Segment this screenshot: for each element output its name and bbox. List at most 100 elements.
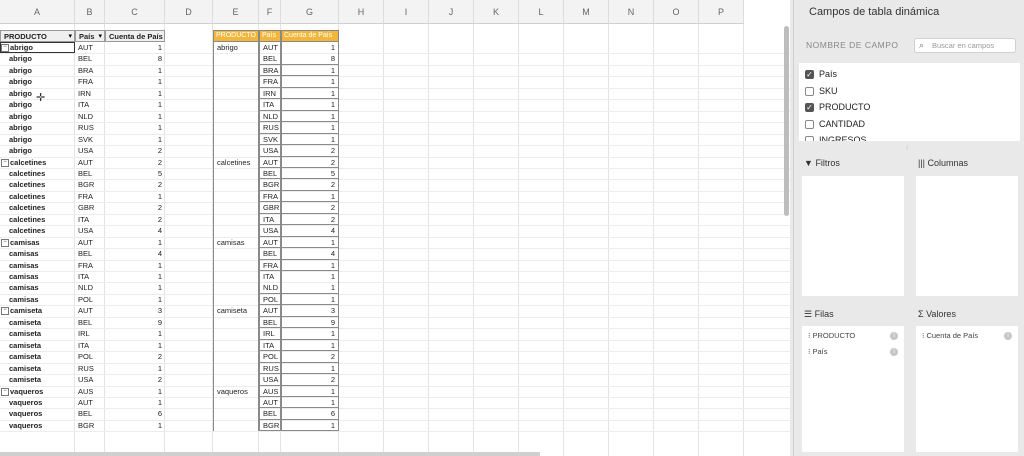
table-product-cell[interactable] [213, 396, 259, 409]
table-count-cell[interactable]: 2 [281, 145, 339, 157]
table-country-cell[interactable]: ITA [259, 213, 281, 226]
pivot-country-cell[interactable]: AUT [75, 397, 105, 409]
pivot-country-cell[interactable]: IRL [75, 328, 105, 340]
pivot-country-cell[interactable]: FRA [75, 191, 105, 203]
table-country-cell[interactable]: ITA [259, 339, 281, 352]
pivot-country-cell[interactable]: BGR [75, 420, 105, 432]
column-header[interactable]: B [75, 0, 105, 24]
pivot-count-cell[interactable]: 9 [105, 317, 165, 329]
pivot-count-cell[interactable]: 1 [105, 328, 165, 340]
pivot-product-cell[interactable]: calcetines [6, 191, 74, 203]
pivot-country-cell[interactable]: AUS [75, 386, 105, 398]
pivot-product-cell[interactable]: camisas [6, 248, 74, 260]
table-product-cell[interactable] [213, 259, 259, 272]
pivot-count-cell[interactable]: 4 [105, 248, 165, 260]
search-input[interactable]: ⌕ Buscar en campos [914, 38, 1016, 53]
pivot-product-cell[interactable]: camiseta [6, 317, 74, 329]
pivot-product-cell[interactable]: abrigo [6, 53, 74, 65]
pivot-country-cell[interactable]: BEL [75, 248, 105, 260]
table-country-cell[interactable]: AUT [259, 156, 281, 168]
field-checkbox[interactable]: ✓ [805, 103, 814, 113]
pivot-product-cell[interactable]: abrigo [6, 122, 74, 134]
pivot-country-cell[interactable]: USA [75, 225, 105, 237]
pivot-product-cell[interactable]: camisas [6, 282, 74, 294]
pivot-count-cell[interactable]: 1 [105, 271, 165, 283]
table-product-cell[interactable] [213, 374, 259, 386]
pivot-country-cell[interactable]: BEL [75, 53, 105, 65]
table-country-cell[interactable]: FRA [259, 190, 281, 203]
table-count-cell[interactable]: 1 [281, 133, 339, 146]
table-count-cell[interactable]: 1 [281, 76, 339, 88]
pivot-country-cell[interactable]: ITA [75, 99, 105, 111]
pivot-count-cell[interactable]: 1 [105, 363, 165, 375]
pivot-count-cell[interactable]: 2 [105, 202, 165, 214]
columns-drop-area[interactable] [916, 176, 1018, 296]
pivot-product-cell[interactable]: abrigo [6, 65, 74, 77]
pivot-country-cell[interactable]: BEL [75, 168, 105, 180]
pivot-product-cell[interactable]: abrigo [6, 111, 74, 123]
column-header[interactable]: M [564, 0, 609, 24]
table-count-cell[interactable]: 1 [281, 385, 339, 397]
pivot-country-cell[interactable]: ITA [75, 340, 105, 352]
pivot-count-cell[interactable]: 2 [105, 179, 165, 191]
spreadsheet-grid[interactable]: ABCDEFGHIJKLMNOP PRODUCTO ▾ País ▾ Cuent… [0, 0, 790, 456]
horizontal-scrollbar[interactable] [0, 452, 540, 456]
rows-drop-area[interactable]: ⁝ PRODUCTO i ⁝ País i [802, 326, 904, 452]
pivot-count-cell[interactable]: 1 [105, 237, 165, 249]
column-header[interactable]: K [474, 0, 519, 24]
table-count-cell[interactable]: 1 [281, 339, 339, 352]
pivot-country-cell[interactable]: POL [75, 294, 105, 306]
column-header[interactable]: F [259, 0, 281, 24]
field-checkbox[interactable]: ✓ [805, 70, 814, 80]
column-header[interactable]: O [654, 0, 699, 24]
table-product-cell[interactable]: vaqueros [213, 385, 259, 397]
pivot-count-cell[interactable]: 2 [105, 351, 165, 363]
pivot-country-cell[interactable]: AUT [75, 157, 105, 169]
info-icon[interactable]: i [890, 348, 898, 356]
pivot-header-country[interactable]: País ▾ [75, 30, 105, 42]
pivot-product-cell[interactable]: camiseta [6, 374, 74, 386]
table-country-cell[interactable]: BGR [259, 179, 281, 191]
table-count-cell[interactable]: 1 [281, 271, 339, 283]
pivot-count-cell[interactable]: 3 [105, 305, 165, 317]
table-country-cell[interactable]: AUT [259, 305, 281, 317]
filters-drop-area[interactable] [802, 176, 904, 296]
pivot-count-cell[interactable]: 1 [105, 122, 165, 134]
table-product-cell[interactable]: camisas [213, 236, 259, 249]
table-country-cell[interactable]: BEL [259, 248, 281, 260]
pivot-count-cell[interactable]: 1 [105, 99, 165, 111]
pivot-count-cell[interactable]: 1 [105, 134, 165, 146]
table-count-cell[interactable]: 1 [281, 99, 339, 111]
table-count-cell[interactable]: 1 [281, 293, 339, 306]
pivot-country-cell[interactable]: BRA [75, 65, 105, 77]
filter-dropdown-icon[interactable]: ▾ [68, 32, 72, 40]
pivot-count-cell[interactable]: 1 [105, 76, 165, 88]
table-count-cell[interactable]: 1 [281, 110, 339, 123]
pivot-product-cell[interactable]: calcetines [6, 214, 74, 226]
pivot-count-cell[interactable]: 1 [105, 191, 165, 203]
column-header[interactable]: N [609, 0, 654, 24]
pivot-count-cell[interactable]: 1 [105, 88, 165, 100]
pivot-country-cell[interactable]: GBR [75, 202, 105, 214]
table-country-cell[interactable]: AUT [259, 396, 281, 409]
table-product-cell[interactable] [213, 110, 259, 123]
table-country-cell[interactable]: USA [259, 225, 281, 237]
table-count-cell[interactable]: 4 [281, 248, 339, 260]
pivot-country-cell[interactable]: SVK [75, 134, 105, 146]
table-country-cell[interactable]: IRL [259, 328, 281, 340]
table-country-cell[interactable]: BEL [259, 316, 281, 329]
pivot-country-cell[interactable]: USA [75, 374, 105, 386]
pivot-count-cell[interactable]: 6 [105, 408, 165, 420]
pivot-country-cell[interactable]: FRA [75, 76, 105, 88]
pivot-count-cell[interactable]: 2 [105, 157, 165, 169]
table-count-cell[interactable]: 9 [281, 316, 339, 329]
filter-dropdown-icon[interactable]: ▾ [98, 32, 102, 40]
table-country-cell[interactable]: BGR [259, 419, 281, 432]
table-count-cell[interactable]: 1 [281, 419, 339, 432]
table-country-cell[interactable]: NLD [259, 110, 281, 123]
pivot-country-cell[interactable]: AUT [75, 237, 105, 249]
table-count-cell[interactable]: 1 [281, 396, 339, 409]
pivot-header-product[interactable]: PRODUCTO ▾ [0, 30, 75, 42]
table-count-cell[interactable]: 6 [281, 408, 339, 420]
pivot-product-cell[interactable]: vaqueros [6, 420, 74, 432]
